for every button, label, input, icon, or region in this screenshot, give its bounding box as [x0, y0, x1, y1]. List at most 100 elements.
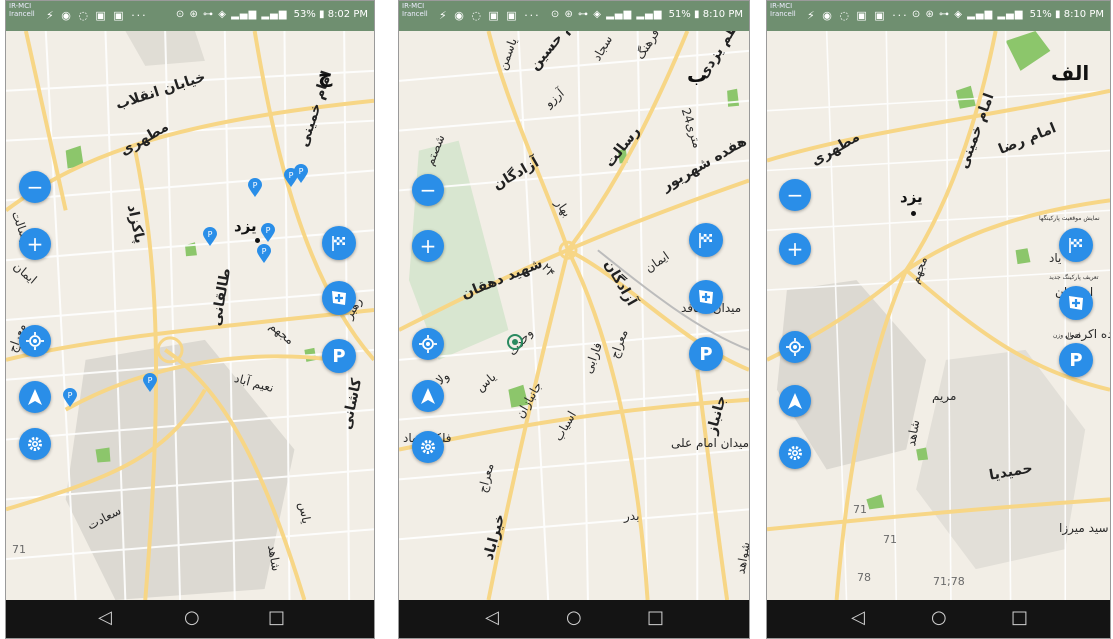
- home-button[interactable]: ○: [931, 609, 947, 627]
- map-roads: [767, 31, 1110, 600]
- navigate-button[interactable]: [19, 381, 51, 413]
- show-parkings-button[interactable]: [689, 223, 723, 257]
- zoom-out-button[interactable]: −: [19, 171, 51, 203]
- recent-apps-button[interactable]: □: [268, 609, 285, 627]
- road-number: 71: [12, 543, 26, 556]
- locate-button[interactable]: [19, 325, 51, 357]
- gear-icon: [28, 437, 42, 451]
- parking-button[interactable]: P: [689, 337, 723, 371]
- phone-screenshot-left: IR-MCI Irancell ⚡ ◉ ◌ ▣ ▣ ··· ⊙ ⊛ ⊶ ◈ ▂▄…: [5, 0, 375, 639]
- svg-text:P: P: [208, 230, 213, 239]
- clock: 8:10 PM: [702, 9, 743, 20]
- panel-label: ب: [687, 63, 708, 87]
- status-right: ⊙ ⊛ ⊶ ◈ ▂▄▆ ▂▄▆ 51% ▮ 8:10 PM: [912, 9, 1104, 20]
- street-label: مریم: [932, 389, 957, 403]
- current-location-marker: [507, 334, 523, 350]
- city-dot: [911, 211, 916, 216]
- signal-icons: ⊙ ⊛ ⊶ ◈ ▂▄▆ ▂▄▆: [550, 9, 663, 20]
- crosshair-icon: [26, 332, 44, 350]
- parking-icon: P: [699, 343, 713, 365]
- back-button[interactable]: ◁: [851, 609, 865, 627]
- add-parking-button[interactable]: [689, 280, 723, 314]
- svg-text:P: P: [299, 167, 304, 176]
- street-label: سید میرزا: [1059, 521, 1109, 535]
- android-nav-bar: ◁ ○ □: [767, 600, 1110, 638]
- zoom-out-button[interactable]: −: [779, 179, 811, 211]
- battery-percent: 51%: [1029, 9, 1052, 20]
- clock: 8:10 PM: [1063, 9, 1104, 20]
- panel-label: ج: [318, 63, 333, 87]
- add-parking-icon: [332, 291, 346, 305]
- notification-icons: ⚡ ◉ ◌ ▣ ▣ ···: [46, 9, 148, 22]
- road-number: 78: [857, 571, 871, 584]
- navigation-arrow-icon: [421, 388, 435, 404]
- checkered-flag-icon: [332, 236, 345, 251]
- parking-pin-icon[interactable]: P: [256, 244, 272, 264]
- parking-icon: P: [1069, 349, 1083, 371]
- recent-apps-button[interactable]: □: [647, 609, 664, 627]
- parking-pin-icon[interactable]: P: [62, 388, 78, 408]
- map-roads: [399, 31, 749, 600]
- map-view[interactable]: مطهری یزد امام رضا امام خمینی مجهم مریم …: [767, 31, 1110, 600]
- checkered-flag-icon: [1069, 238, 1082, 253]
- home-button[interactable]: ○: [184, 609, 200, 627]
- add-parking-hint: تعریف پارکینگ جدید: [1049, 274, 1099, 281]
- show-parkings-button[interactable]: [1059, 228, 1093, 262]
- show-parkings-button[interactable]: [322, 226, 356, 260]
- notification-icons: ⚡ ◉ ◌ ▣ ▣ ···: [439, 9, 541, 22]
- parking-pin-icon[interactable]: P: [247, 178, 263, 198]
- zoom-in-button[interactable]: +: [412, 230, 444, 262]
- add-parking-button[interactable]: [1059, 286, 1093, 320]
- signal-icons: ⊙ ⊛ ⊶ ◈ ▂▄▆ ▂▄▆: [175, 9, 288, 20]
- phone-screenshot-middle: IR-MCI Irancell ⚡ ◉ ◌ ▣ ▣ ··· ⊙ ⊛ ⊶ ◈ ▂▄…: [398, 0, 750, 639]
- add-parking-button[interactable]: [322, 281, 356, 315]
- zoom-in-button[interactable]: +: [19, 228, 51, 260]
- parking-pin-icon[interactable]: P: [142, 373, 158, 393]
- parking-pin-icon[interactable]: P: [293, 164, 309, 184]
- parking-button[interactable]: P: [322, 339, 356, 373]
- street-label: یاد: [1049, 251, 1062, 265]
- road-number: 71: [883, 533, 897, 546]
- parking-pin-icon[interactable]: P: [260, 223, 276, 243]
- settings-button[interactable]: [412, 431, 444, 463]
- add-parking-icon: [1069, 296, 1083, 310]
- settings-button[interactable]: [779, 437, 811, 469]
- parking-icon: P: [332, 345, 346, 367]
- locate-button[interactable]: [779, 331, 811, 363]
- recent-apps-button[interactable]: □: [1011, 609, 1028, 627]
- clock: 8:02 PM: [327, 9, 368, 20]
- navigation-arrow-icon: [28, 389, 42, 405]
- zoom-in-button[interactable]: +: [779, 233, 811, 265]
- navigation-arrow-icon: [788, 393, 802, 409]
- svg-text:P: P: [266, 226, 271, 235]
- carrier-name: IR-MCI Irancell: [770, 2, 796, 18]
- back-button[interactable]: ◁: [485, 609, 499, 627]
- parking-pin-icon[interactable]: P: [202, 227, 218, 247]
- gear-icon: [421, 440, 435, 454]
- city-label: یزد: [234, 217, 257, 235]
- settings-button[interactable]: [19, 428, 51, 460]
- city-label: یزد: [900, 188, 923, 206]
- svg-text:P: P: [262, 247, 267, 256]
- add-parking-icon: [699, 290, 713, 304]
- crosshair-icon: [419, 335, 437, 353]
- carrier-name: IR-MCI Irancell: [9, 2, 35, 18]
- back-button[interactable]: ◁: [98, 609, 112, 627]
- navigate-button[interactable]: [412, 380, 444, 412]
- map-view[interactable]: یاسمن سجاد فرهنگ کاظم یزدی امام حسین 24م…: [399, 5, 749, 600]
- street-label: بدر: [624, 509, 640, 523]
- home-button[interactable]: ○: [566, 609, 582, 627]
- navigate-button[interactable]: [779, 385, 811, 417]
- svg-text:P: P: [68, 391, 73, 400]
- zoom-out-button[interactable]: −: [412, 174, 444, 206]
- battery-percent: 53%: [293, 9, 316, 20]
- map-view[interactable]: خیابان انقلاب مطهری امام خمینی پاکزاد یز…: [6, 31, 374, 600]
- battery-icon: ▮: [1055, 9, 1061, 20]
- svg-text:P: P: [253, 181, 258, 190]
- locate-button[interactable]: [412, 328, 444, 360]
- android-nav-bar: ◁ ○ □: [6, 600, 374, 638]
- parking-button[interactable]: P: [1059, 343, 1093, 377]
- battery-icon: ▮: [319, 9, 325, 20]
- status-right: ⊙ ⊛ ⊶ ◈ ▂▄▆ ▂▄▆ 53% ▮ 8:02 PM: [176, 9, 368, 20]
- status-bar: IR-MCI Irancell ⚡ ◉ ◌ ▣ ▣ ··· ⊙ ⊛ ⊶ ◈ ▂▄…: [767, 1, 1110, 31]
